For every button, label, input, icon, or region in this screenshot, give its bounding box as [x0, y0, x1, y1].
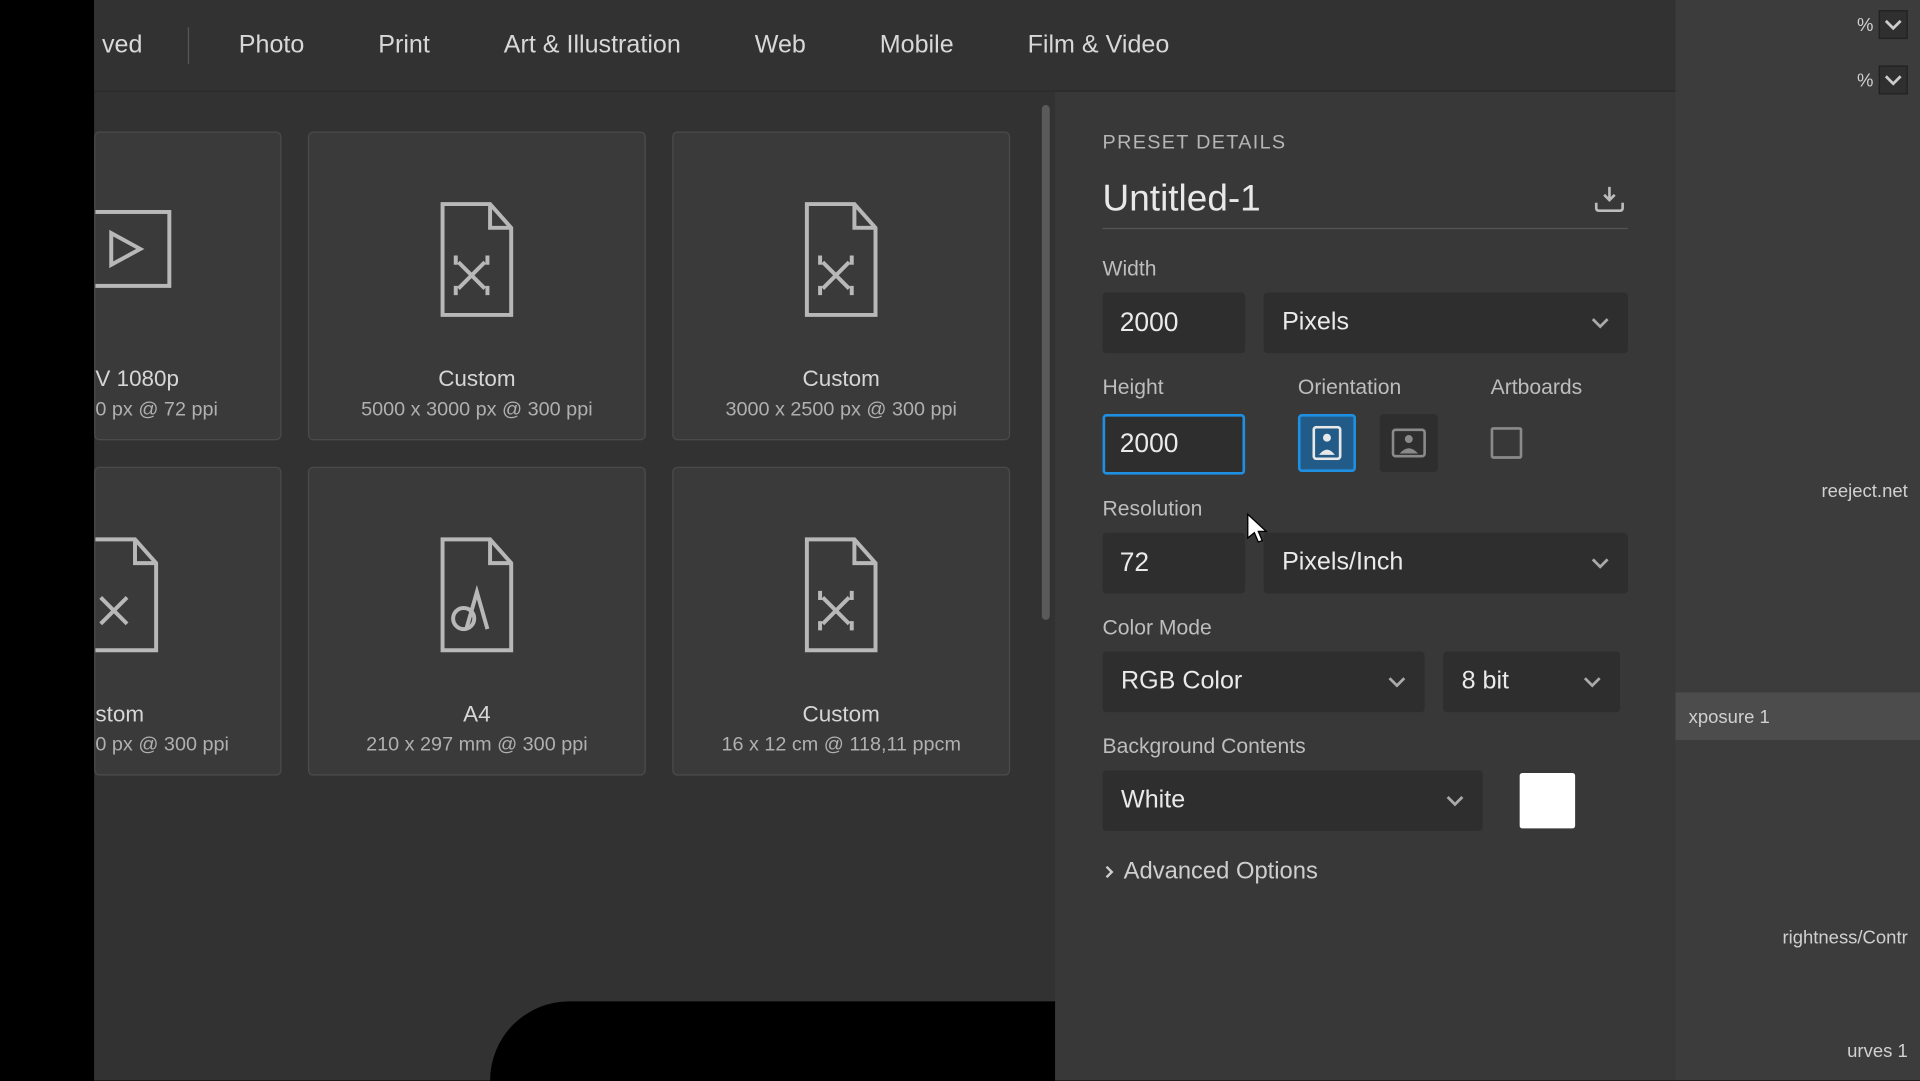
preset-name-input[interactable]: Untitled-1 — [1103, 178, 1261, 220]
percent-label: % — [1857, 14, 1873, 35]
orientation-portrait-button[interactable] — [1298, 414, 1356, 472]
document-a4-icon — [429, 533, 524, 654]
landscape-icon — [1392, 428, 1426, 457]
chevron-down-icon — [1583, 673, 1601, 691]
preset-card[interactable]: Custom 5000 x 3000 px @ 300 ppi — [308, 131, 646, 440]
portrait-icon — [1312, 426, 1341, 460]
width-unit-value: Pixels — [1282, 308, 1349, 337]
chevron-down-icon — [1591, 554, 1609, 572]
site-label: reeject.net — [1821, 480, 1907, 501]
tab-art-illustration[interactable]: Art & Illustration — [467, 0, 718, 91]
preset-title: V 1080p — [95, 366, 179, 392]
preset-title: Custom — [803, 702, 880, 728]
color-depth-value: 8 bit — [1462, 667, 1509, 696]
chevron-down-icon — [1388, 673, 1406, 691]
height-input[interactable] — [1103, 414, 1246, 475]
percent-dropdown-button[interactable] — [1879, 10, 1908, 39]
tab-saved[interactable]: ved — [94, 0, 174, 91]
video-preset-icon — [95, 198, 174, 319]
background-contents-label: Background Contents — [1103, 736, 1628, 760]
advanced-options-label: Advanced Options — [1124, 857, 1318, 885]
advanced-options-toggle[interactable]: Advanced Options — [1103, 857, 1628, 885]
preset-title: stom — [95, 702, 144, 728]
preset-subtitle: 210 x 297 mm @ 300 ppi — [366, 733, 588, 755]
artboards-label: Artboards — [1491, 377, 1583, 401]
color-mode-select[interactable]: RGB Color — [1103, 652, 1425, 713]
width-unit-select[interactable]: Pixels — [1264, 292, 1628, 353]
background-contents-value: White — [1121, 786, 1185, 815]
chevron-down-icon — [1884, 15, 1902, 33]
preset-title: A4 — [463, 702, 490, 728]
orientation-landscape-button[interactable] — [1380, 414, 1438, 472]
width-input[interactable] — [1103, 292, 1246, 353]
preset-title: Custom — [803, 366, 880, 392]
preset-card[interactable]: A4 210 x 297 mm @ 300 ppi — [308, 467, 646, 776]
resolution-unit-select[interactable]: Pixels/Inch — [1264, 533, 1628, 594]
layer-exposure[interactable]: xposure 1 — [1670, 692, 1920, 740]
document-icon — [95, 533, 174, 654]
preset-details-header: PRESET DETAILS — [1103, 131, 1628, 153]
preset-subtitle: 3000 x 2500 px @ 300 ppi — [725, 398, 956, 420]
document-icon — [794, 198, 889, 319]
artboards-checkbox[interactable] — [1491, 427, 1523, 459]
chevron-right-icon — [1103, 865, 1116, 878]
layer-curves[interactable]: urves 1 — [1847, 1040, 1908, 1061]
orientation-label: Orientation — [1298, 377, 1438, 401]
preset-subtitle: 0 px @ 72 ppi — [95, 398, 217, 420]
document-icon — [429, 198, 524, 319]
preset-list: V 1080p 0 px @ 72 ppi — [94, 92, 1055, 1081]
tab-film-video[interactable]: Film & Video — [991, 0, 1207, 91]
layer-brightness-contrast[interactable]: rightness/Contr — [1782, 926, 1907, 947]
chevron-down-icon — [1446, 791, 1464, 809]
preset-subtitle: 0 px @ 300 ppi — [95, 733, 229, 755]
chevron-down-icon — [1884, 71, 1902, 89]
tab-mobile[interactable]: Mobile — [843, 0, 991, 91]
preset-card[interactable]: Custom 16 x 12 cm @ 118,11 ppcm — [672, 467, 1010, 776]
tab-web[interactable]: Web — [718, 0, 843, 91]
color-mode-label: Color Mode — [1103, 617, 1628, 641]
preset-subtitle: 5000 x 3000 px @ 300 ppi — [361, 398, 592, 420]
preset-scrollbar[interactable] — [1042, 105, 1050, 1041]
color-depth-select[interactable]: 8 bit — [1443, 652, 1620, 713]
preset-card[interactable]: stom 0 px @ 300 ppi — [94, 467, 281, 776]
percent-label-2: % — [1857, 69, 1873, 90]
width-label: Width — [1103, 258, 1628, 282]
color-mode-value: RGB Color — [1121, 667, 1242, 696]
document-icon — [794, 533, 889, 654]
new-document-dialog: ved Photo Print Art & Illustration Web M… — [94, 0, 1675, 1081]
tab-photo[interactable]: Photo — [202, 0, 341, 91]
resolution-input[interactable] — [1103, 533, 1246, 594]
resolution-label: Resolution — [1103, 498, 1628, 522]
save-preset-icon[interactable] — [1591, 184, 1628, 213]
tab-print[interactable]: Print — [341, 0, 467, 91]
background-app-panel: % % reeject.net xposure 1 rightness/Cont… — [1670, 0, 1920, 1081]
height-label: Height — [1103, 377, 1246, 401]
background-color-swatch[interactable] — [1520, 773, 1575, 828]
resolution-unit-value: Pixels/Inch — [1282, 549, 1403, 578]
chevron-down-icon — [1591, 314, 1609, 332]
tab-divider — [187, 27, 188, 64]
preset-details-panel: PRESET DETAILS Untitled-1 Width Pixels — [1055, 92, 1675, 1081]
percent-dropdown-button-2[interactable] — [1879, 65, 1908, 94]
preset-subtitle: 16 x 12 cm @ 118,11 ppcm — [721, 733, 960, 755]
preset-category-tabs: ved Photo Print Art & Illustration Web M… — [94, 0, 1675, 92]
preset-card[interactable]: Custom 3000 x 2500 px @ 300 ppi — [672, 131, 1010, 440]
preset-card[interactable]: V 1080p 0 px @ 72 ppi — [94, 131, 281, 440]
scrollbar-thumb[interactable] — [1042, 105, 1050, 620]
background-contents-select[interactable]: White — [1103, 770, 1483, 831]
decorative-overlay — [490, 1001, 1055, 1080]
preset-title: Custom — [438, 366, 515, 392]
